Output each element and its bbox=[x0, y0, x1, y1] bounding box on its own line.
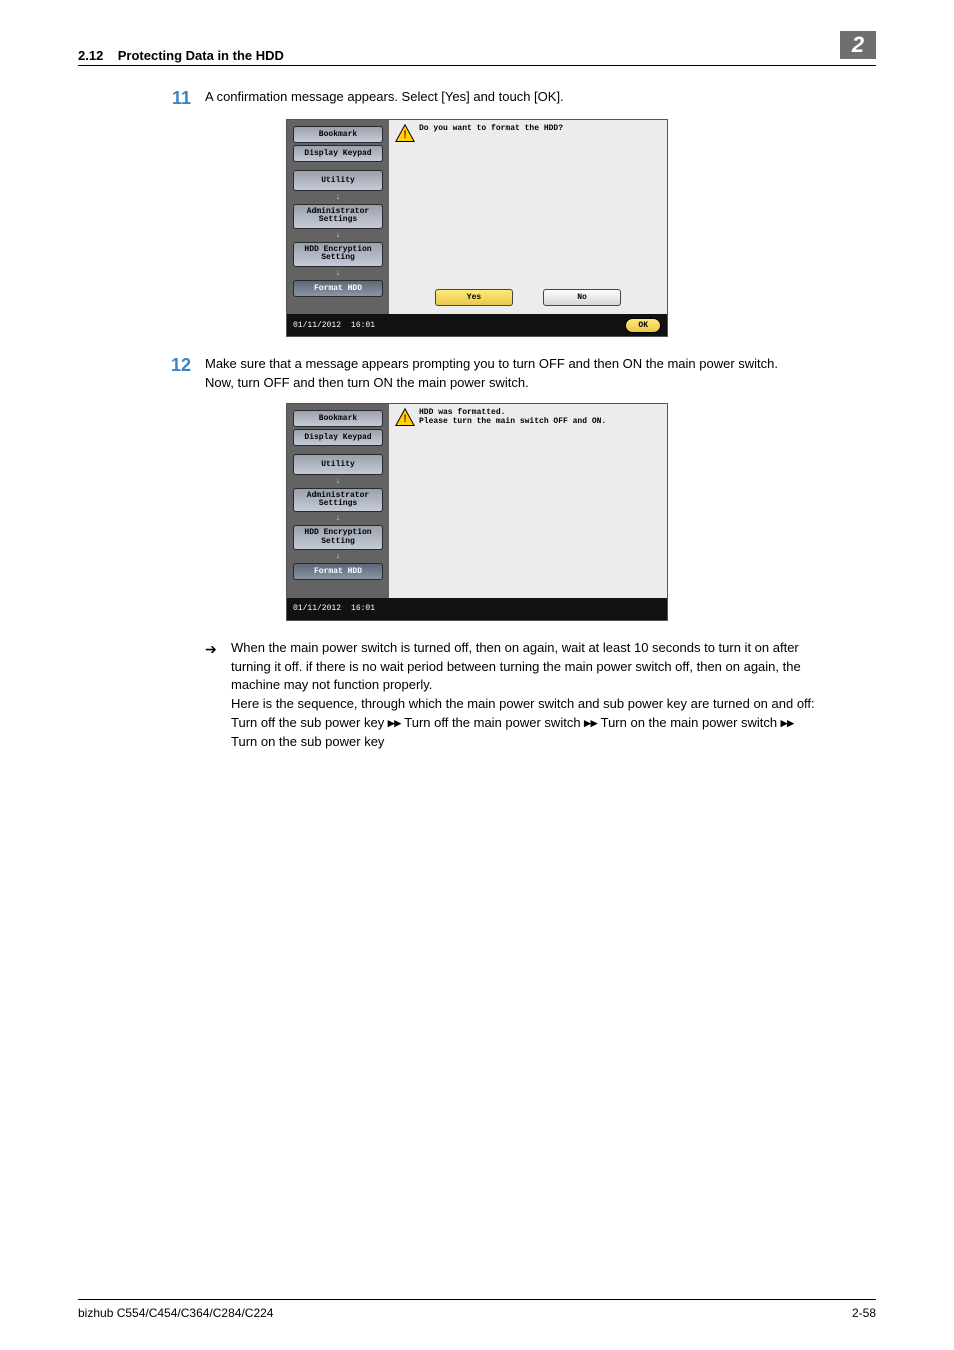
footer-model: bizhub C554/C454/C364/C284/C224 bbox=[78, 1306, 273, 1320]
section-title: Protecting Data in the HDD bbox=[118, 48, 284, 63]
warning-icon: ! bbox=[395, 124, 415, 142]
bookmark-button[interactable]: Bookmark bbox=[293, 126, 383, 143]
screenshot-format-done: Bookmark Display Keypad Utility ↓ Admini… bbox=[286, 403, 668, 621]
note-block: ➔ When the main power switch is turned o… bbox=[205, 639, 816, 752]
utility-crumb[interactable]: Utility bbox=[293, 454, 383, 475]
step-number: 11 bbox=[163, 88, 191, 109]
no-button[interactable]: No bbox=[543, 289, 621, 306]
breadcrumb-arrow-icon: ↓ bbox=[293, 193, 383, 202]
status-time: 16:01 bbox=[351, 321, 375, 330]
bookmark-button[interactable]: Bookmark bbox=[293, 410, 383, 427]
footer-page: 2-58 bbox=[852, 1306, 876, 1320]
breadcrumb-arrow-icon: ↓ bbox=[293, 477, 383, 486]
section-number: 2.12 bbox=[78, 48, 103, 63]
hdd-encryption-crumb[interactable]: HDD Encryption Setting bbox=[293, 525, 383, 550]
svg-text:!: ! bbox=[403, 413, 407, 425]
sequence-arrow-icon: ▸▸ bbox=[388, 715, 401, 730]
note-arrow-icon: ➔ bbox=[205, 639, 221, 752]
sequence-arrow-icon: ▸▸ bbox=[781, 715, 794, 730]
screenshot-sidebar: Bookmark Display Keypad Utility ↓ Admini… bbox=[287, 404, 389, 598]
dialog-message: HDD was formatted. Please turn the main … bbox=[419, 408, 606, 427]
admin-settings-crumb[interactable]: Administrator Settings bbox=[293, 204, 383, 229]
status-bar: 01/11/2012 16:01 OK bbox=[287, 314, 667, 336]
step-text: A confirmation message appears. Select [… bbox=[205, 88, 876, 109]
status-bar: 01/11/2012 16:01 bbox=[287, 598, 667, 620]
page-header: 2.12 Protecting Data in the HDD 2 bbox=[78, 35, 876, 66]
svg-text:!: ! bbox=[403, 129, 407, 141]
display-keypad-button[interactable]: Display Keypad bbox=[293, 145, 383, 162]
chapter-number-tab: 2 bbox=[840, 31, 876, 59]
warning-icon: ! bbox=[395, 408, 415, 426]
sequence-arrow-icon: ▸▸ bbox=[584, 715, 597, 730]
note-paragraph: When the main power switch is turned off… bbox=[231, 640, 801, 693]
display-keypad-button[interactable]: Display Keypad bbox=[293, 429, 383, 446]
hdd-encryption-crumb[interactable]: HDD Encryption Setting bbox=[293, 242, 383, 267]
format-hdd-crumb[interactable]: Format HDD bbox=[293, 280, 383, 297]
step-number: 12 bbox=[163, 355, 191, 393]
yes-button[interactable]: Yes bbox=[435, 289, 513, 306]
dialog-message: Do you want to format the HDD? bbox=[419, 124, 563, 134]
status-time: 16:01 bbox=[351, 604, 375, 613]
breadcrumb-arrow-icon: ↓ bbox=[293, 514, 383, 523]
screenshot-sidebar: Bookmark Display Keypad Utility ↓ Admini… bbox=[287, 120, 389, 314]
ok-button[interactable]: OK bbox=[625, 318, 661, 333]
breadcrumb-arrow-icon: ↓ bbox=[293, 269, 383, 278]
breadcrumb-arrow-icon: ↓ bbox=[293, 552, 383, 561]
screenshot-main-area: ! Do you want to format the HDD? Yes No bbox=[389, 120, 667, 314]
status-date: 01/11/2012 bbox=[293, 604, 341, 613]
status-date: 01/11/2012 bbox=[293, 321, 341, 330]
format-hdd-crumb[interactable]: Format HDD bbox=[293, 563, 383, 580]
screenshot-main-area: ! HDD was formatted. Please turn the mai… bbox=[389, 404, 667, 598]
screenshot-format-confirm: Bookmark Display Keypad Utility ↓ Admini… bbox=[286, 119, 668, 337]
step-text: Make sure that a message appears prompti… bbox=[205, 355, 876, 393]
step-12: 12 Make sure that a message appears prom… bbox=[163, 355, 876, 393]
note-paragraph: Here is the sequence, through which the … bbox=[231, 696, 815, 711]
sequence-text: Turn off the sub power key ▸▸ Turn off t… bbox=[231, 715, 794, 749]
step-11: 11 A confirmation message appears. Selec… bbox=[163, 88, 876, 109]
admin-settings-crumb[interactable]: Administrator Settings bbox=[293, 488, 383, 513]
breadcrumb-arrow-icon: ↓ bbox=[293, 231, 383, 240]
page-footer: bizhub C554/C454/C364/C284/C224 2-58 bbox=[78, 1299, 876, 1320]
utility-crumb[interactable]: Utility bbox=[293, 170, 383, 191]
